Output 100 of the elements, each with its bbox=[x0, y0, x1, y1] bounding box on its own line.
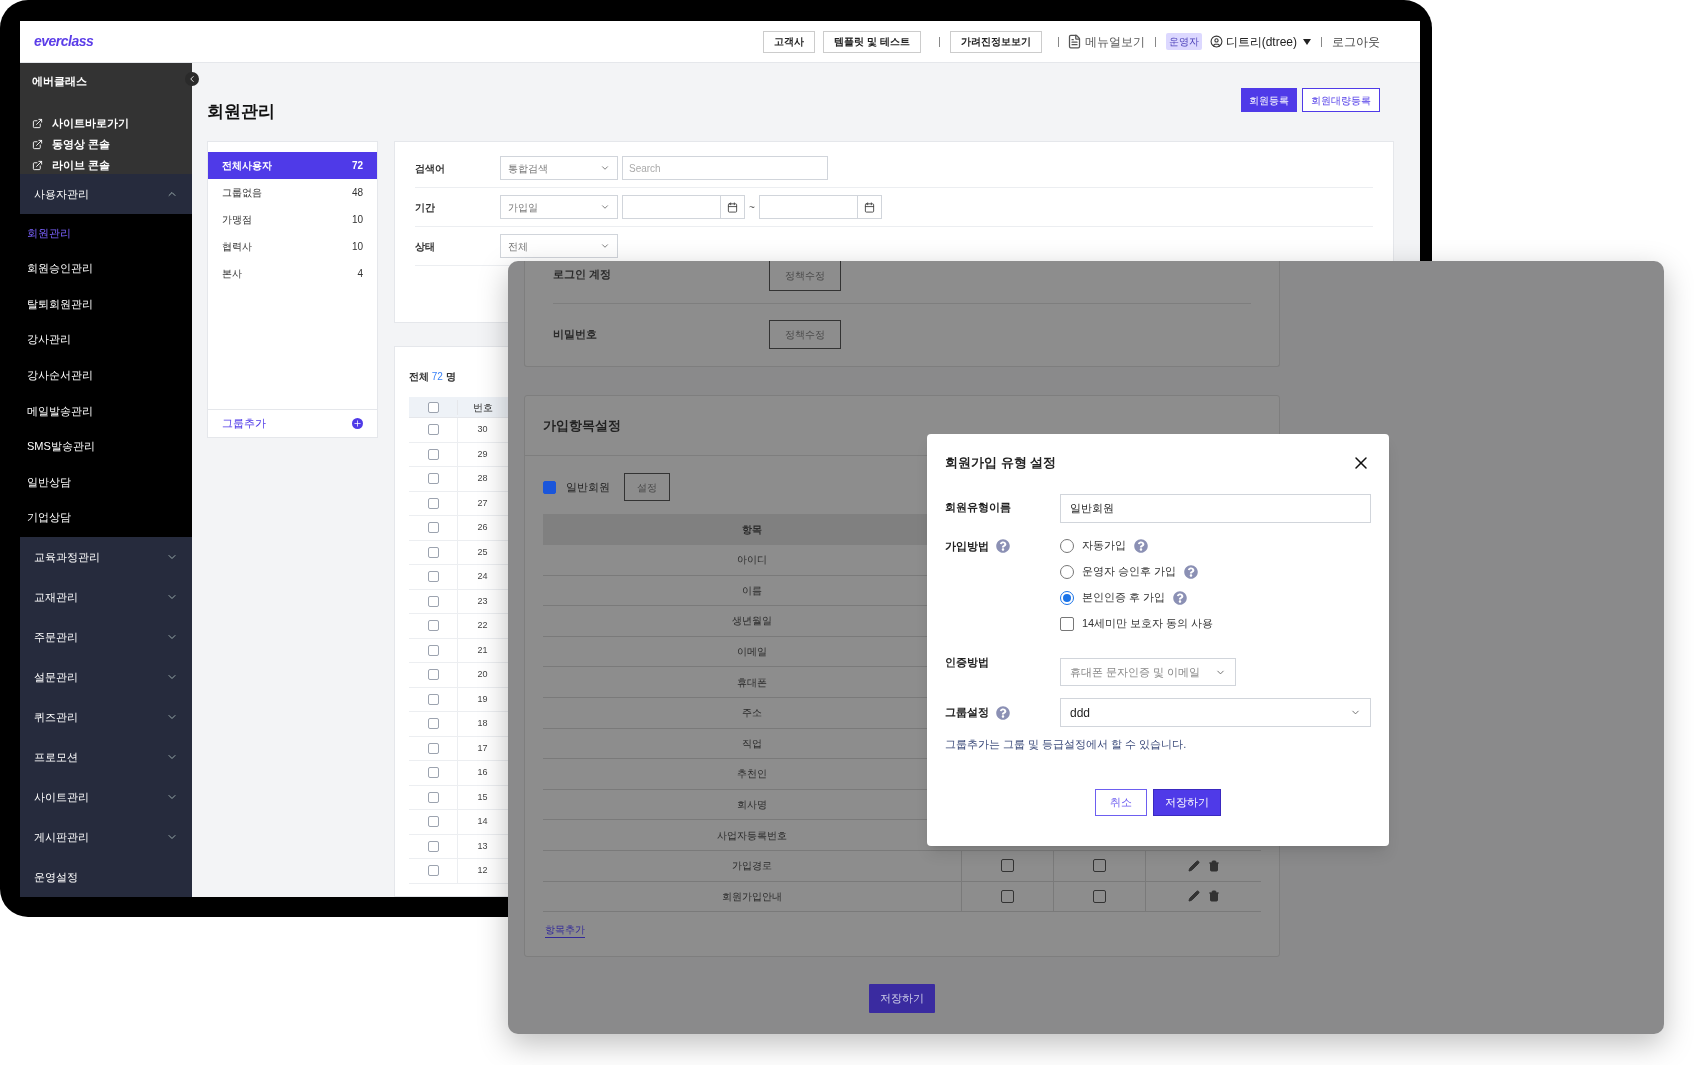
checkbox[interactable] bbox=[1001, 889, 1014, 903]
date-field[interactable] bbox=[758, 195, 882, 219]
checkbox[interactable] bbox=[427, 522, 439, 534]
manual-link[interactable]: 메뉴얼보기 bbox=[1084, 32, 1145, 51]
user-icon[interactable] bbox=[1209, 35, 1223, 48]
sidebar-section[interactable]: 교재관리 bbox=[20, 577, 192, 618]
delete-icon[interactable] bbox=[1207, 859, 1220, 872]
checkbox[interactable] bbox=[1093, 859, 1106, 873]
edit-icon[interactable] bbox=[1187, 890, 1200, 903]
sidebar-item[interactable]: 탈퇴회원관리 bbox=[20, 286, 192, 322]
checkbox[interactable] bbox=[427, 718, 439, 730]
search-field[interactable]: Search bbox=[622, 156, 828, 180]
dialog-button[interactable]: 저장하기 bbox=[1153, 788, 1221, 816]
help-icon[interactable] bbox=[1134, 538, 1148, 553]
checkbox[interactable] bbox=[1093, 889, 1106, 903]
sidebar-section[interactable]: 주문관리 bbox=[20, 617, 192, 658]
checkbox[interactable] bbox=[427, 644, 439, 656]
checkbox[interactable] bbox=[427, 497, 439, 509]
document-icon[interactable] bbox=[1066, 34, 1082, 49]
select-field[interactable]: 통합검색 bbox=[500, 156, 618, 180]
checkbox[interactable] bbox=[1001, 859, 1014, 873]
select-field[interactable]: 휴대폰 문자인증 및 이메일 bbox=[1060, 658, 1236, 686]
logout-link[interactable]: 로그아웃 bbox=[1332, 32, 1380, 51]
checkbox[interactable] bbox=[427, 840, 439, 852]
select-field[interactable]: ddd bbox=[1060, 698, 1371, 727]
radio-button[interactable] bbox=[1060, 564, 1074, 579]
checkbox[interactable] bbox=[427, 816, 439, 828]
help-icon[interactable] bbox=[1173, 590, 1188, 605]
checkbox[interactable] bbox=[427, 693, 439, 705]
external-link-icon[interactable] bbox=[32, 118, 43, 129]
sidebar-item[interactable]: SMS발송관리 bbox=[20, 428, 192, 465]
checkbox[interactable] bbox=[427, 742, 439, 754]
sidebar-item[interactable]: 일반상담 bbox=[20, 464, 192, 500]
sidebar-item[interactable]: 메일발송관리 bbox=[20, 392, 192, 429]
sidebar-link[interactable]: 라이브 콘솔 bbox=[52, 157, 111, 174]
checkbox[interactable] bbox=[427, 669, 439, 681]
external-link-icon[interactable] bbox=[32, 139, 43, 150]
radio-button[interactable] bbox=[1060, 590, 1074, 605]
help-icon[interactable] bbox=[1184, 564, 1199, 579]
header-button[interactable]: 템플릿 및 테스트 bbox=[823, 30, 921, 53]
checkbox[interactable] bbox=[427, 401, 439, 413]
edit-icon[interactable] bbox=[1187, 859, 1200, 872]
checkbox[interactable] bbox=[427, 791, 439, 803]
group-item[interactable]: 협력사 10 bbox=[208, 233, 377, 260]
sidebar-link[interactable]: 동영상 콘솔 bbox=[52, 136, 111, 153]
help-icon[interactable] bbox=[996, 539, 1010, 554]
sidebar-section[interactable]: 교육과정관리 bbox=[20, 537, 192, 578]
caret-down-icon[interactable] bbox=[1303, 38, 1311, 45]
group-item[interactable]: 그룹없음 48 bbox=[208, 179, 377, 206]
logo[interactable]: everclass bbox=[34, 31, 94, 52]
checkbox[interactable] bbox=[427, 620, 439, 632]
table-cell: 26 bbox=[457, 516, 507, 540]
sidebar-section[interactable]: 설문관리 bbox=[20, 657, 192, 698]
sidebar-item[interactable]: 회원승인관리 bbox=[20, 250, 192, 287]
sidebar-section[interactable]: 프로모션 bbox=[20, 737, 192, 778]
header-button[interactable]: 가려진정보보기 bbox=[949, 30, 1042, 53]
checkbox[interactable] bbox=[543, 480, 556, 494]
user-menu[interactable]: 디트리(dtree) bbox=[1225, 32, 1297, 51]
checkbox[interactable] bbox=[427, 571, 439, 583]
table-cell: 16 bbox=[457, 761, 507, 785]
sidebar-section[interactable]: 사이트관리 bbox=[20, 777, 192, 818]
checkbox[interactable] bbox=[427, 767, 439, 779]
calendar-icon[interactable] bbox=[727, 201, 738, 213]
sidebar-item[interactable]: 기업상담 bbox=[20, 499, 192, 536]
sidebar-section[interactable]: 게시판관리 bbox=[20, 817, 192, 858]
sidebar-link[interactable]: 사이트바로가기 bbox=[52, 115, 129, 132]
header-button[interactable]: 고객사 bbox=[763, 30, 816, 53]
group-item[interactable]: 본사 4 bbox=[208, 260, 377, 287]
dialog-button[interactable]: 취소 bbox=[1095, 788, 1147, 816]
group-item[interactable]: 전체사용자 72 bbox=[208, 152, 377, 179]
checkbox[interactable] bbox=[427, 448, 439, 460]
sidebar-section[interactable]: 사용자관리 bbox=[20, 174, 192, 214]
checkbox[interactable] bbox=[427, 595, 439, 607]
sidebar-item[interactable]: 강사순서관리 bbox=[20, 357, 192, 393]
select-field[interactable]: 전체 bbox=[500, 234, 618, 258]
section-title: 가입항목설정 bbox=[543, 416, 621, 435]
text-field[interactable]: 일반회원 bbox=[1060, 494, 1371, 523]
sidebar-item[interactable]: 회원관리 bbox=[20, 215, 192, 251]
radio-button[interactable] bbox=[1060, 538, 1074, 553]
date-field[interactable] bbox=[622, 195, 745, 219]
select-field[interactable]: 가입일 bbox=[500, 195, 618, 219]
sidebar-section[interactable]: 운영설정 bbox=[20, 857, 192, 897]
checkbox[interactable] bbox=[427, 865, 439, 877]
external-link-icon[interactable] bbox=[32, 160, 43, 171]
page-button[interactable]: 회원등록 bbox=[1241, 88, 1297, 112]
page-button[interactable]: 회원대량등록 bbox=[1302, 88, 1380, 112]
sidebar-item[interactable]: 강사관리 bbox=[20, 321, 192, 358]
checkbox[interactable] bbox=[427, 473, 439, 485]
calendar-icon[interactable] bbox=[863, 201, 875, 213]
save-button[interactable]: 저장하기 bbox=[869, 984, 935, 1013]
sidebar-brand[interactable]: 에버클래스 bbox=[32, 73, 180, 93]
group-item[interactable]: 가맹점 10 bbox=[208, 206, 377, 233]
sidebar-section[interactable]: 퀴즈관리 bbox=[20, 697, 192, 738]
checkbox[interactable] bbox=[427, 424, 439, 436]
checkbox[interactable] bbox=[427, 546, 439, 558]
plus-icon[interactable] bbox=[352, 418, 363, 429]
delete-icon[interactable] bbox=[1207, 890, 1220, 903]
checkbox[interactable] bbox=[1060, 616, 1074, 631]
help-icon[interactable] bbox=[996, 705, 1010, 720]
add-group-link[interactable]: 그룹추가 bbox=[222, 415, 266, 432]
